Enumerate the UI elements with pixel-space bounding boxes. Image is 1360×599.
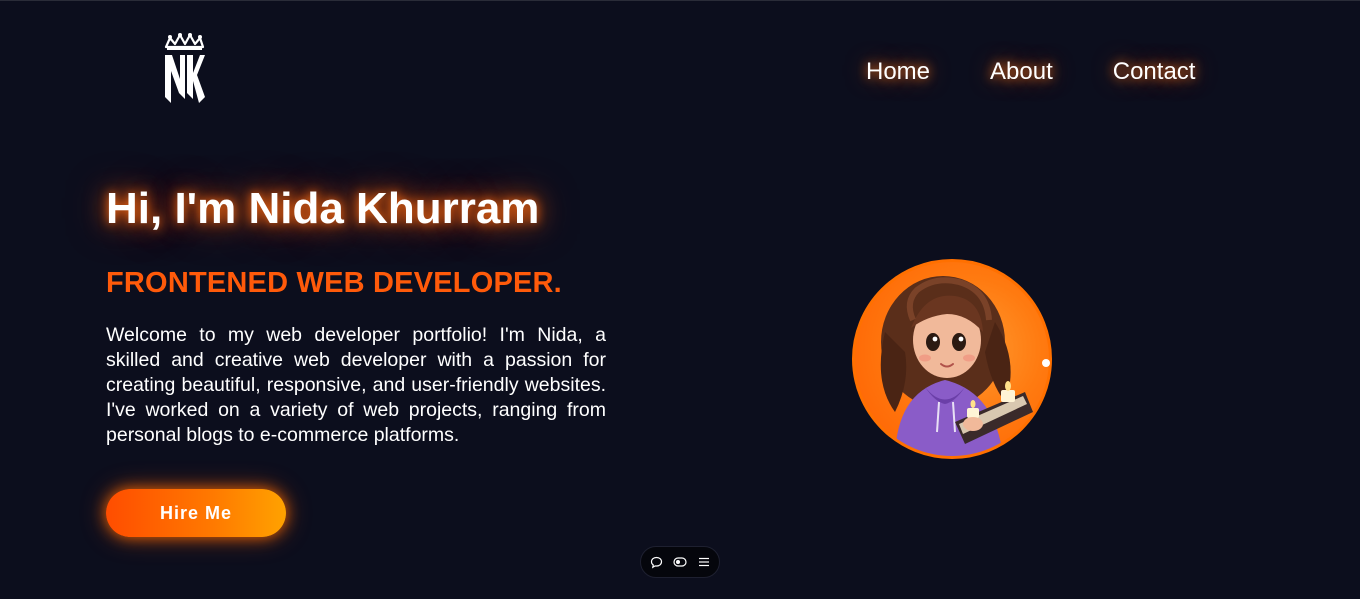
main-nav: Home About Contact: [866, 57, 1195, 87]
avatar: [852, 259, 1052, 459]
hero-title: Hi, I'm Nida Khurram: [106, 184, 540, 233]
hero-subtitle: FRONTENED WEB DEVELOPER.: [106, 267, 562, 299]
hire-me-button[interactable]: Hire Me: [106, 489, 286, 537]
page: Home About Contact Hi, I'm Nida Khurram …: [0, 0, 1360, 599]
nav-home-link[interactable]: Home: [866, 57, 930, 87]
crown-icon: [164, 33, 205, 50]
nav-contact-link[interactable]: Contact: [1113, 57, 1196, 87]
floating-toolbar: [640, 546, 720, 578]
logo[interactable]: [160, 33, 208, 105]
hero-description: Welcome to my web developer portfolio! I…: [106, 324, 606, 446]
toggle-icon[interactable]: [673, 555, 687, 569]
nk-logo-icon: [164, 33, 205, 103]
decorative-dot: [1042, 359, 1050, 367]
menu-icon[interactable]: [697, 555, 711, 569]
nav-about-link[interactable]: About: [990, 57, 1053, 87]
girl-avatar-illustration: [880, 276, 1033, 456]
comment-icon[interactable]: [649, 555, 663, 569]
